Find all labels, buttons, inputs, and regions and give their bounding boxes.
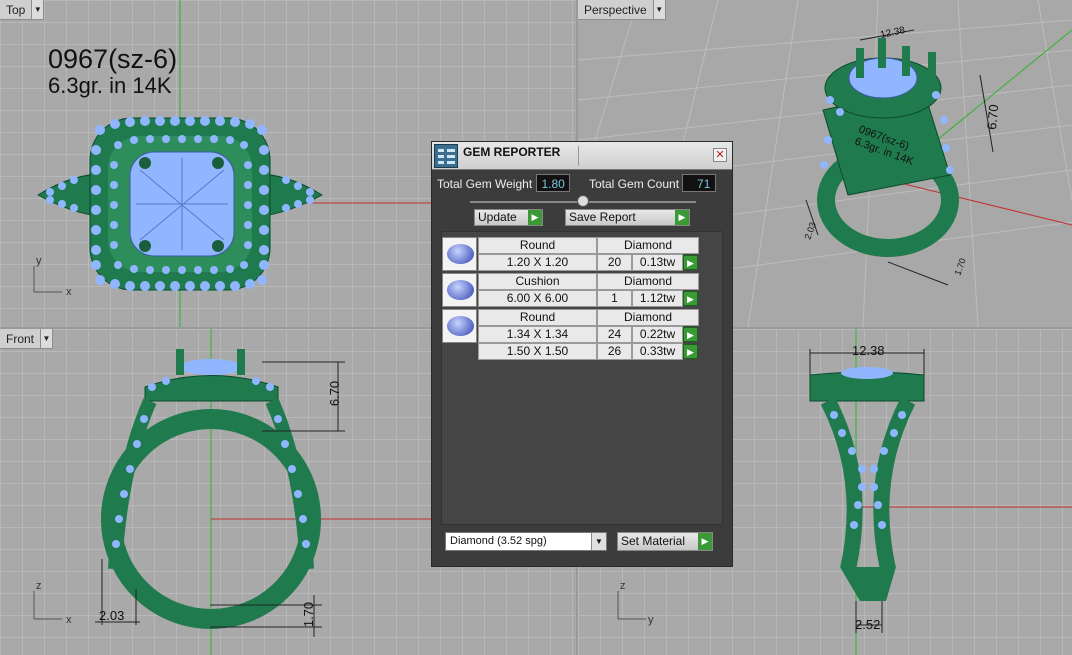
- dim-right-top: 12.38: [852, 343, 885, 358]
- total-gem-weight-label: Total Gem Weight: [437, 177, 533, 191]
- total-gem-count-label: Total Gem Count: [589, 177, 680, 191]
- gem-size: 1.20 X 1.20: [478, 254, 597, 271]
- set-material-button-label: Set Material: [621, 534, 686, 548]
- gem-material: Diamond: [597, 273, 699, 290]
- update-button-label: Update: [478, 210, 517, 224]
- viewport-name: Top: [6, 2, 26, 17]
- cushion-gem-icon: [442, 273, 477, 307]
- dim-right-bottom: 2.52: [855, 617, 881, 632]
- select-gem-button[interactable]: ▶: [683, 291, 698, 306]
- axis-y-label: y: [648, 614, 654, 626]
- play-arrow-icon: ▶: [528, 210, 542, 225]
- close-icon[interactable]: ✕: [713, 148, 727, 162]
- play-arrow-icon: ▶: [675, 210, 689, 225]
- axis-x-label: x: [66, 286, 72, 298]
- viewport-name: Perspective: [584, 2, 647, 17]
- model-info-label: 0967(sz-6) 6.3gr. in 14K: [48, 45, 177, 98]
- gem-list: Round Diamond 1.20 X 1.20 20 0.13tw ▶ Cu…: [441, 231, 723, 525]
- chevron-down-icon[interactable]: ▼: [652, 0, 665, 19]
- gem-material: Diamond: [597, 237, 699, 254]
- gem-reporter-logo-icon: [434, 144, 458, 168]
- axis-x-label: x: [66, 614, 72, 626]
- model-weight: 6.3gr. in 14K: [48, 73, 172, 98]
- save-report-button[interactable]: Save Report ▶: [565, 209, 690, 226]
- gem-shape: Round: [478, 309, 597, 326]
- select-gem-button[interactable]: ▶: [683, 327, 698, 342]
- gem-count: 26: [597, 343, 632, 360]
- total-gem-count: Total Gem Count 71: [589, 174, 717, 192]
- gem-group-round-2: Round Diamond 1.34 X 1.34 24 0.22tw ▶ 1.…: [442, 309, 724, 361]
- gem-material: Diamond: [597, 309, 699, 326]
- gem-weight: 0.33tw: [632, 343, 683, 360]
- axis-z-label: z: [36, 580, 42, 592]
- set-material-button[interactable]: Set Material ▶: [617, 532, 713, 551]
- dim-front-bottom: 1.70: [301, 601, 317, 628]
- viewport-name: Front: [6, 331, 35, 346]
- viewport-label-perspective[interactable]: Perspective ▼: [578, 0, 666, 20]
- gem-reporter-body: Total Gem Weight 1.80 Total Gem Count 71…: [432, 170, 732, 566]
- material-select[interactable]: Diamond (3.52 spg) ▼: [445, 532, 607, 551]
- gem-shape: Round: [478, 237, 597, 254]
- update-button[interactable]: Update ▶: [474, 209, 543, 226]
- gem-weight: 0.13tw: [632, 254, 683, 271]
- select-gem-button[interactable]: ▶: [683, 344, 698, 359]
- gem-count: 1: [597, 290, 632, 307]
- save-report-button-label: Save Report: [569, 210, 636, 224]
- gem-count: 20: [597, 254, 632, 271]
- gem-group-round-1: Round Diamond 1.20 X 1.20 20 0.13tw ▶: [442, 237, 724, 272]
- dim-persp-height: 6.70: [984, 104, 1001, 131]
- model-name: 0967(sz-6): [48, 44, 178, 74]
- viewport-label-top[interactable]: Top ▼: [0, 0, 45, 20]
- axis-z-label: z: [620, 580, 626, 592]
- gem-size: 1.34 X 1.34: [478, 326, 597, 343]
- dim-front-height: 6.70: [327, 380, 343, 407]
- gem-size: 6.00 X 6.00: [478, 290, 597, 307]
- dim-persp-side: 2.03: [802, 221, 817, 241]
- gem-weight: 0.22tw: [632, 326, 683, 343]
- gem-count: 24: [597, 326, 632, 343]
- axis-y-label: y: [36, 255, 42, 267]
- total-gem-weight-value: 1.80: [535, 174, 570, 192]
- title-separator: [578, 146, 579, 166]
- viewport-label-front[interactable]: Front ▼: [0, 329, 54, 349]
- gem-size: 1.50 X 1.50: [478, 343, 597, 360]
- play-arrow-icon: ▶: [698, 533, 712, 550]
- gem-shape: Cushion: [478, 273, 597, 290]
- round-gem-icon: [442, 237, 477, 271]
- chevron-down-icon[interactable]: ▼: [31, 0, 44, 19]
- gem-reporter-panel[interactable]: GEM REPORTER ✕ Total Gem Weight 1.80 Tot…: [431, 141, 733, 567]
- gem-group-cushion: Cushion Diamond 6.00 X 6.00 1 1.12tw ▶: [442, 273, 724, 308]
- total-gem-count-value: 71: [682, 174, 717, 192]
- round-gem-icon: [442, 309, 477, 343]
- material-select-value: Diamond (3.52 spg): [450, 535, 547, 547]
- dim-front-width: 2.03: [99, 608, 125, 623]
- total-gem-weight: Total Gem Weight 1.80: [437, 174, 570, 192]
- gem-reporter-title: GEM REPORTER: [463, 145, 561, 159]
- chevron-down-icon[interactable]: ▼: [591, 533, 606, 550]
- dim-persp-bottom: 1.70: [952, 257, 967, 277]
- select-gem-button[interactable]: ▶: [683, 255, 698, 270]
- slider-handle[interactable]: [577, 195, 589, 207]
- gem-weight: 1.12tw: [632, 290, 683, 307]
- chevron-down-icon[interactable]: ▼: [40, 329, 53, 348]
- dim-persp-top: 12.38: [879, 25, 906, 41]
- gem-reporter-titlebar[interactable]: GEM REPORTER ✕: [432, 142, 732, 170]
